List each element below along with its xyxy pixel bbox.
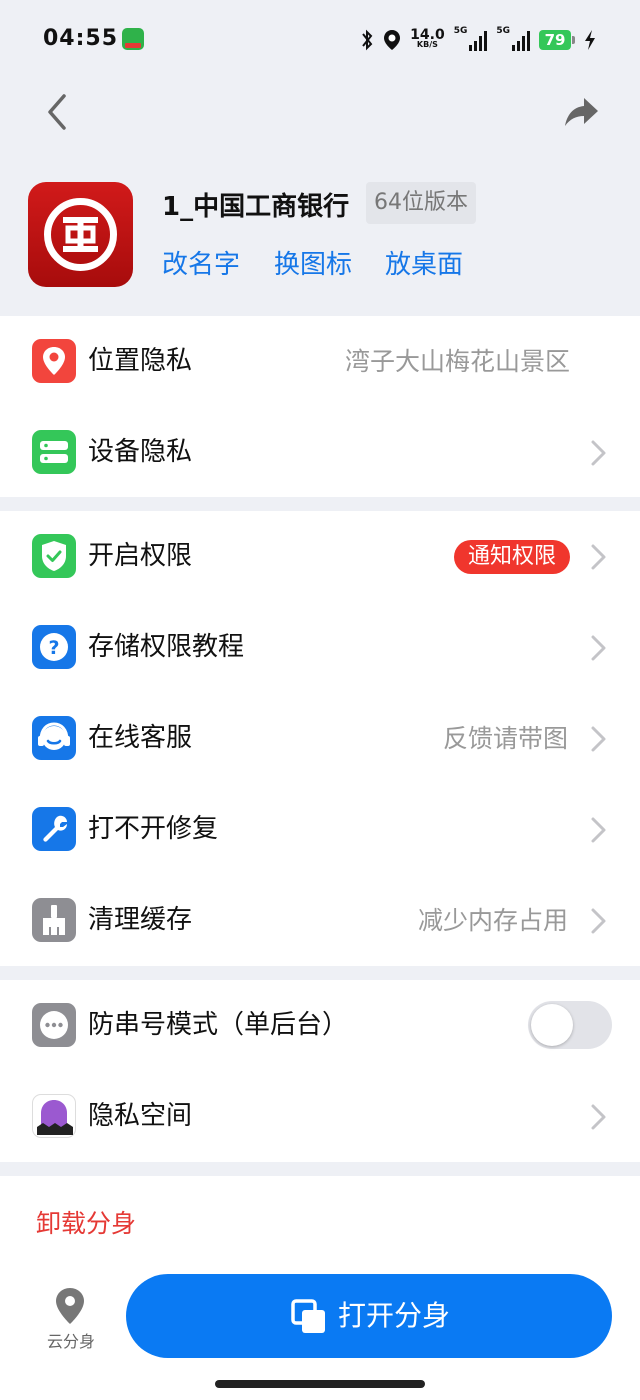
mode-section: 防串号模式（单后台） 隐私空间 xyxy=(0,980,640,1162)
toggle-knob xyxy=(531,1004,573,1046)
privacy-section: 位置隐私 湾子大山梅花山景区 设备隐私 xyxy=(0,316,640,497)
copy-icon xyxy=(291,1299,325,1333)
permissions-row[interactable]: 开启权限 通知权限 xyxy=(0,511,640,602)
private-space-row[interactable]: 隐私空间 xyxy=(0,1071,640,1162)
cloud-clone-pin-icon[interactable] xyxy=(50,1286,90,1326)
cloud-clone-label[interactable]: 云分身 xyxy=(36,1328,106,1352)
shield-check-icon xyxy=(32,534,76,578)
clear-cache-label: 清理缓存 xyxy=(88,905,193,935)
share-icon[interactable] xyxy=(562,92,602,132)
chevron-right-icon xyxy=(591,817,606,843)
device-icon xyxy=(32,430,76,474)
chevron-right-icon xyxy=(591,908,606,934)
customer-service-row[interactable]: 在线客服 反馈请带图 xyxy=(0,693,640,784)
private-space-label: 隐私空间 xyxy=(88,1101,193,1131)
location-pin-icon xyxy=(32,339,76,383)
location-privacy-label: 位置隐私 xyxy=(88,346,193,376)
device-privacy-label: 设备隐私 xyxy=(88,437,193,467)
open-clone-label: 打开分身 xyxy=(338,1299,451,1332)
repair-row[interactable]: 打不开修复 xyxy=(0,784,640,875)
charging-icon xyxy=(585,30,595,50)
home-indicator[interactable] xyxy=(215,1380,425,1388)
repair-label: 打不开修复 xyxy=(88,814,219,844)
dots-icon xyxy=(32,1003,76,1047)
headset-icon xyxy=(32,716,76,760)
chevron-right-icon xyxy=(591,544,606,570)
location-status-icon xyxy=(384,30,401,50)
location-value: 湾子大山梅花山景区 xyxy=(344,347,570,376)
anti-account-mixup-row: 防串号模式（单后台） xyxy=(0,980,640,1071)
change-icon-button[interactable]: 换图标 xyxy=(274,244,352,281)
wrench-icon xyxy=(32,807,76,851)
chevron-right-icon xyxy=(591,635,606,661)
customer-service-label: 在线客服 xyxy=(88,723,193,753)
anti-account-mixup-toggle[interactable] xyxy=(528,1001,612,1049)
app-header: 1_中国工商银行 64位版本 改名字 换图标 放桌面 xyxy=(0,170,640,300)
icbc-logo xyxy=(28,182,133,287)
bluetooth-icon xyxy=(362,29,373,51)
network-speed: 14.0 KB/S xyxy=(410,27,445,49)
add-to-desktop-button[interactable]: 放桌面 xyxy=(385,244,463,281)
device-privacy-row[interactable]: 设备隐私 xyxy=(0,407,640,498)
ghost-icon xyxy=(32,1094,76,1138)
anti-account-mixup-label: 防串号模式（单后台） xyxy=(88,1010,349,1040)
storage-tutorial-row[interactable]: ? 存储权限教程 xyxy=(0,602,640,693)
chevron-right-icon xyxy=(591,440,606,466)
clear-cache-row[interactable]: 清理缓存 减少内存占用 xyxy=(0,875,640,966)
question-icon: ? xyxy=(32,625,76,669)
chevron-right-icon xyxy=(591,726,606,752)
storage-tutorial-label: 存储权限教程 xyxy=(88,632,245,662)
status-icons: 14.0 KB/S 5G 5G 79 xyxy=(360,26,596,54)
app-name: 1_中国工商银行 xyxy=(162,192,350,222)
chevron-right-icon xyxy=(591,1104,606,1130)
notification-app-icon xyxy=(122,28,144,50)
signal-icon-2 xyxy=(512,29,530,51)
version-badge: 64位版本 xyxy=(366,182,476,224)
network-type-1: 5G xyxy=(453,26,468,36)
customer-service-hint: 反馈请带图 xyxy=(442,724,568,753)
network-type-2: 5G xyxy=(496,26,510,36)
notification-permission-badge: 通知权限 xyxy=(453,540,570,574)
open-clone-button[interactable]: 打开分身 xyxy=(126,1274,612,1358)
broom-icon xyxy=(32,898,76,942)
svg-text:?: ? xyxy=(48,637,59,659)
tools-section: 开启权限 通知权限 ? 存储权限教程 在线客服 反馈请带图 打不开修复 清理缓存… xyxy=(0,511,640,966)
rename-button[interactable]: 改名字 xyxy=(162,244,240,281)
location-privacy-row[interactable]: 位置隐私 湾子大山梅花山景区 xyxy=(0,316,640,407)
back-arrow-icon[interactable] xyxy=(40,92,80,132)
battery-icon: 79 xyxy=(539,30,575,50)
battery-level: 79 xyxy=(539,30,571,50)
bottom-area: 卸载分身 云分身 打开分身 xyxy=(0,1176,640,1400)
clear-cache-hint: 减少内存占用 xyxy=(417,906,568,935)
signal-icon-1 xyxy=(469,29,488,51)
uninstall-button[interactable]: 卸载分身 xyxy=(36,1204,136,1240)
status-bar: 04:55 14.0 KB/S 5G 5G 79 xyxy=(0,0,640,80)
permissions-label: 开启权限 xyxy=(88,541,193,571)
status-time: 04:55 xyxy=(43,26,119,51)
